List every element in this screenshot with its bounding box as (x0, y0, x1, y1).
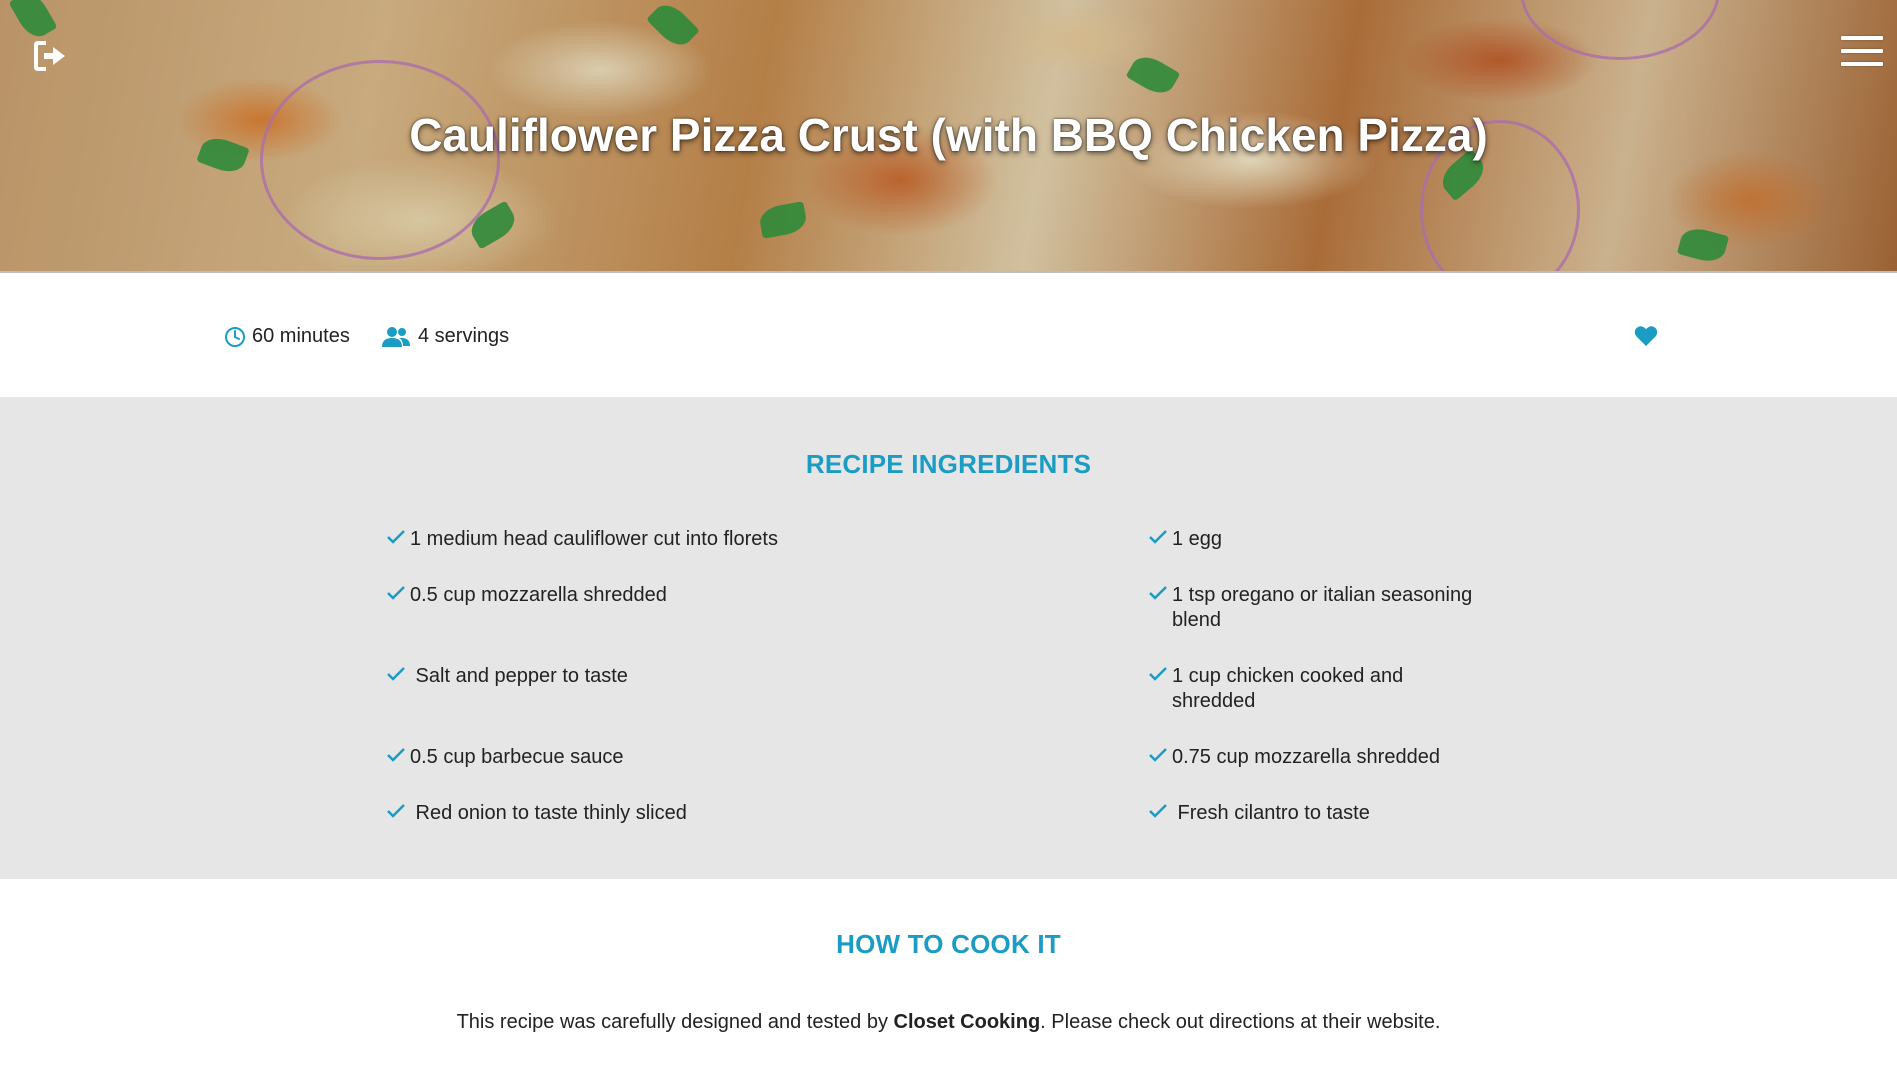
sign-out-icon (34, 41, 65, 71)
ingredients-section: RECIPE INGREDIENTS 1 medium head caulifl… (0, 397, 1897, 879)
check-icon (387, 667, 405, 681)
source-link[interactable]: Closet Cooking (894, 1011, 1041, 1033)
check-icon (387, 748, 405, 762)
hamburger-menu-button[interactable] (1841, 36, 1883, 72)
menu-icon-bar (1841, 62, 1883, 66)
servings: 4 servings (382, 325, 509, 348)
cook-description: This recipe was carefully designed and t… (0, 1011, 1897, 1034)
ingredient-item: 0.75 cup mozzarella shredded (1147, 745, 1515, 770)
ingredient-text: Salt and pepper to taste (410, 665, 628, 687)
ingredient-text: 1 medium head cauliflower cut into flore… (410, 528, 778, 550)
ingredient-item: Salt and pepper to taste (385, 664, 1147, 689)
ingredient-text: 1 egg (1172, 528, 1223, 550)
favorite-button[interactable] (1634, 325, 1658, 349)
ingredients-title: RECIPE INGREDIENTS (805, 449, 1092, 479)
ingredient-text: 0.5 cup barbecue sauce (410, 746, 624, 768)
ingredients-column-right: 1 egg 1 tsp oregano or italian seasoning… (1147, 527, 1515, 857)
clock-icon (225, 326, 245, 347)
check-icon (387, 804, 405, 818)
ingredient-text: 0.5 cup mozzarella shredded (410, 584, 667, 606)
ingredient-item: 1 egg (1147, 527, 1515, 552)
ingredients-list: 1 medium head cauliflower cut into flore… (385, 527, 1515, 857)
cook-time-text: 60 minutes (252, 325, 350, 347)
servings-text: 4 servings (418, 325, 510, 347)
recipe-title: Cauliflower Pizza Crust (with BBQ Chicke… (409, 109, 1488, 161)
cook-title: HOW TO COOK IT (836, 929, 1061, 959)
check-icon (387, 586, 405, 600)
ingredient-text: 1 cup chicken cooked and shredded (1172, 665, 1404, 712)
ingredient-item: 1 tsp oregano or italian seasoning blend (1147, 583, 1515, 633)
cook-section: HOW TO COOK IT This recipe was carefully… (0, 879, 1897, 1087)
ingredient-text: Red onion to taste thinly sliced (410, 802, 687, 824)
recipe-meta-bar: 60 minutes 4 servings (0, 273, 1897, 397)
menu-icon-bar (1841, 49, 1883, 53)
herb-decoration (757, 201, 809, 239)
ingredient-item: 0.5 cup mozzarella shredded (385, 583, 1147, 608)
onion-decoration (1520, 0, 1720, 60)
herb-decoration (646, 0, 700, 52)
ingredient-item: 1 cup chicken cooked and shredded (1147, 664, 1515, 714)
check-icon (387, 530, 405, 544)
menu-icon-bar (1841, 36, 1883, 40)
ingredient-text: Fresh cilantro to taste (1172, 802, 1370, 824)
heart-icon (1634, 326, 1658, 346)
check-icon (1149, 667, 1167, 681)
herb-decoration (8, 0, 58, 43)
check-icon (1149, 804, 1167, 818)
cook-text-before: This recipe was carefully designed and t… (456, 1011, 894, 1033)
ingredient-item: 0.5 cup barbecue sauce (385, 745, 1147, 770)
cook-time: 60 minutes (224, 325, 350, 348)
ingredient-item: 1 medium head cauliflower cut into flore… (385, 527, 1147, 552)
ingredient-item: Fresh cilantro to taste (1147, 801, 1515, 826)
ingredient-item: Red onion to taste thinly sliced (385, 801, 1147, 826)
herb-decoration (1676, 224, 1730, 266)
check-icon (1149, 530, 1167, 544)
ingredient-text: 0.75 cup mozzarella shredded (1172, 746, 1440, 768)
hero-banner: Cauliflower Pizza Crust (with BBQ Chicke… (0, 0, 1897, 273)
cook-text-after: . Please check out directions at their w… (1040, 1011, 1441, 1033)
logout-button[interactable] (34, 40, 72, 74)
check-icon (1149, 586, 1167, 600)
ingredient-text: 1 tsp oregano or italian seasoning blend (1172, 584, 1473, 631)
check-icon (1149, 748, 1167, 762)
ingredients-column-left: 1 medium head cauliflower cut into flore… (385, 527, 1147, 857)
users-icon (382, 326, 410, 347)
herb-decoration (1125, 50, 1181, 100)
